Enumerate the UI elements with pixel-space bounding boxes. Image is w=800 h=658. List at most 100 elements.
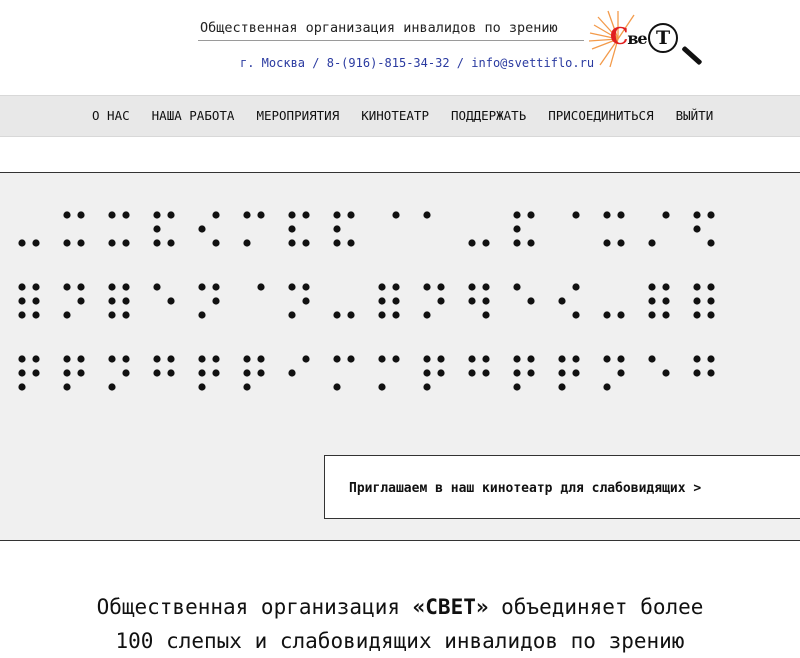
braille-dot: [707, 239, 715, 247]
braille-dot: [18, 355, 26, 363]
braille-dot: [603, 239, 611, 247]
braille-dot: [288, 369, 296, 377]
logo-letter-c: С: [610, 23, 628, 50]
braille-dot: [423, 383, 431, 391]
braille-dot: [693, 283, 701, 291]
braille-dot: [108, 239, 116, 247]
braille-dot: [18, 239, 26, 247]
nav-items: О НАС НАША РАБОТА МЕРОПРИЯТИЯ КИНОТЕАТР …: [92, 108, 735, 123]
braille-dot: [122, 355, 130, 363]
braille-dot: [707, 369, 715, 377]
nav-item-about[interactable]: О НАС: [92, 108, 130, 123]
intro-line-1: Общественная организация «СВЕТ» объединя…: [0, 590, 800, 624]
braille-dot: [167, 297, 175, 305]
braille-dot: [212, 297, 220, 305]
braille-dot: [662, 297, 670, 305]
contact-separator: /: [456, 56, 465, 70]
braille-dot: [167, 355, 175, 363]
braille-dot: [153, 225, 161, 233]
intro-line-1-end: объединяет более: [488, 595, 704, 619]
braille-dot: [108, 283, 116, 291]
braille-dot: [378, 283, 386, 291]
braille-dot: [198, 311, 206, 319]
braille-dot: [347, 211, 355, 219]
braille-dot: [288, 225, 296, 233]
hero-banner: Приглашаем в наш кинотеатр для слабовидя…: [0, 172, 800, 541]
braille-dot: [333, 311, 341, 319]
braille-dot: [437, 283, 445, 291]
braille-dot: [212, 211, 220, 219]
braille-dot: [347, 239, 355, 247]
braille-dot: [423, 355, 431, 363]
braille-dot: [122, 211, 130, 219]
braille-dot: [693, 311, 701, 319]
braille-dot: [707, 311, 715, 319]
braille-dot: [527, 355, 535, 363]
braille-dot: [662, 311, 670, 319]
braille-dot: [243, 355, 251, 363]
nav-item-logout[interactable]: ВЫЙТИ: [676, 108, 714, 123]
contact-email[interactable]: info@svettiflo.ru: [471, 56, 594, 70]
braille-dot: [333, 355, 341, 363]
braille-dot: [423, 283, 431, 291]
braille-dot: [63, 383, 71, 391]
contact-city: г. Москва: [240, 56, 306, 70]
braille-dot: [302, 211, 310, 219]
braille-dot: [572, 355, 580, 363]
braille-dot: [302, 283, 310, 291]
braille-dot: [63, 283, 71, 291]
braille-dot: [693, 211, 701, 219]
braille-dot: [108, 297, 116, 305]
braille-dot: [77, 297, 85, 305]
braille-dot: [572, 211, 580, 219]
braille-dot: [333, 211, 341, 219]
braille-dot: [513, 383, 521, 391]
cinema-cta-label: Приглашаем в наш кинотеатр для слабовидя…: [349, 481, 702, 496]
braille-dot: [302, 355, 310, 363]
nav-item-events[interactable]: МЕРОПРИЯТИЯ: [256, 108, 339, 123]
braille-dot: [153, 211, 161, 219]
braille-dot: [392, 355, 400, 363]
braille-dot: [288, 211, 296, 219]
braille-dot: [617, 369, 625, 377]
braille-dot: [662, 369, 670, 377]
braille-dot: [603, 383, 611, 391]
braille-dot: [707, 355, 715, 363]
braille-dot: [212, 355, 220, 363]
nav-item-cinema[interactable]: КИНОТЕАТР: [361, 108, 429, 123]
braille-dot: [572, 311, 580, 319]
braille-dot: [648, 283, 656, 291]
braille-dot: [617, 355, 625, 363]
intro-line-2: 100 слепых и слабовидящих инвалидов по з…: [115, 629, 685, 653]
braille-dot: [198, 225, 206, 233]
braille-dot: [392, 211, 400, 219]
braille-dot: [167, 369, 175, 377]
braille-dot: [333, 383, 341, 391]
braille-dot: [437, 369, 445, 377]
braille-dot: [693, 369, 701, 377]
cinema-cta-button[interactable]: Приглашаем в наш кинотеатр для слабовидя…: [324, 455, 800, 519]
braille-dot: [482, 369, 490, 377]
braille-dot: [63, 211, 71, 219]
braille-dot: [243, 211, 251, 219]
braille-dot: [122, 369, 130, 377]
nav-item-support[interactable]: ПОДДЕРЖАТЬ: [451, 108, 526, 123]
braille-dot: [18, 297, 26, 305]
braille-dot: [513, 283, 521, 291]
braille-dot: [513, 239, 521, 247]
braille-dot: [108, 311, 116, 319]
svet-logo[interactable]: Све Т: [588, 5, 718, 69]
braille-dot: [63, 311, 71, 319]
braille-dot: [378, 383, 386, 391]
nav-item-our-work[interactable]: НАША РАБОТА: [152, 108, 235, 123]
braille-dot: [167, 211, 175, 219]
braille-dot: [32, 311, 40, 319]
nav-item-join[interactable]: ПРИСОЕДИНИТЬСЯ: [548, 108, 653, 123]
contact-phone[interactable]: 8-(916)-815-34-32: [327, 56, 450, 70]
braille-dot: [153, 369, 161, 377]
braille-dot: [482, 355, 490, 363]
braille-dot: [437, 297, 445, 305]
braille-dot: [198, 283, 206, 291]
intro-line-1-start: Общественная организация: [96, 595, 413, 619]
braille-dot: [77, 369, 85, 377]
